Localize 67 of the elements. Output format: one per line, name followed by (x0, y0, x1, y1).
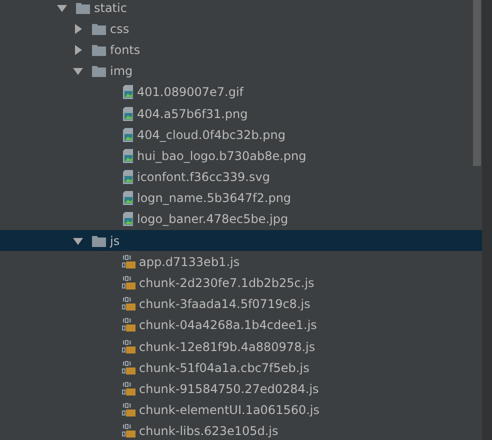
tree-row[interactable]: hui_bao_logo.b730ab8e.png (0, 145, 482, 166)
tree-row[interactable]: chunk-3faada14.5f0719c8.js (0, 294, 482, 315)
image-file-icon (122, 212, 134, 226)
script-file-icon (122, 424, 136, 438)
scrollbar-thumb[interactable] (473, 0, 481, 166)
tree-row[interactable]: css (0, 18, 482, 40)
folder-icon (92, 234, 106, 247)
script-file-icon (122, 276, 136, 290)
file-name: logo_baner.478ec5be.jpg (137, 212, 288, 226)
tree-row[interactable]: chunk-04a4268a.1b4cdee1.js (0, 314, 482, 336)
tree-row[interactable]: fonts (0, 39, 482, 61)
script-file-icon (122, 403, 136, 418)
expand-arrow-icon[interactable] (72, 44, 84, 56)
file-name: 404_cloud.0f4bc32b.png (137, 128, 286, 142)
tree-row[interactable]: 404_cloud.0f4bc32b.png (0, 124, 482, 146)
file-name: chunk-2d230fe7.1db2b25c.js (139, 276, 314, 290)
image-file-icon (122, 85, 134, 100)
tree-row[interactable]: iconfont.f36cc339.svg (0, 166, 482, 188)
tree-row[interactable]: 404.a57b6f31.png (0, 102, 482, 124)
folder-name: img (110, 64, 133, 78)
folder-name: css (110, 22, 130, 36)
tree-row[interactable]: chunk-2d230fe7.1db2b25c.js (0, 272, 482, 294)
folder-icon (92, 22, 106, 35)
image-file-icon (122, 128, 134, 142)
tree-row[interactable]: logn_name.5b3647f2.png (0, 188, 482, 209)
tree-row[interactable]: app.d7133eb1.js (0, 251, 482, 272)
file-name: chunk-04a4268a.1b4cdee1.js (139, 318, 317, 332)
folder-name: js (110, 234, 120, 248)
file-name: logn_name.5b3647f2.png (137, 191, 292, 206)
file-name: app.d7133eb1.js (139, 254, 240, 269)
tree-row[interactable]: chunk-12e81f9b.4a880978.js (0, 336, 482, 358)
tree-row[interactable]: static (0, 0, 482, 18)
tree-row[interactable]: img (0, 60, 482, 82)
tree-row[interactable]: chunk-51f04a1a.cbc7f5eb.js (0, 357, 482, 378)
tree-row[interactable]: chunk-91584750.27ed0284.js (0, 378, 482, 400)
folder-icon (92, 44, 106, 56)
tree-row[interactable]: chunk-libs.623e105d.js (0, 420, 482, 440)
file-name: chunk-12e81f9b.4a880978.js (139, 340, 316, 354)
file-name: chunk-3faada14.5f0719c8.js (139, 297, 310, 312)
file-name: chunk-91584750.27ed0284.js (139, 382, 319, 396)
script-file-icon (122, 254, 136, 269)
script-file-icon (122, 297, 136, 312)
expand-arrow-icon[interactable] (72, 22, 84, 35)
folder-icon (76, 2, 90, 14)
file-name: 404.a57b6f31.png (137, 106, 248, 121)
file-name: hui_bao_logo.b730ab8e.png (137, 148, 306, 163)
folder-name: fonts (110, 42, 140, 57)
file-name: chunk-libs.623e105d.js (139, 424, 278, 438)
file-name: iconfont.f36cc339.svg (137, 170, 270, 184)
tree-row[interactable]: 401.089007e7.gif (0, 82, 482, 103)
folder-name: static (94, 0, 127, 15)
image-file-icon (122, 191, 134, 206)
tree-row[interactable]: js (0, 230, 482, 252)
tree-row[interactable]: chunk-elementUI.1a061560.js (0, 400, 482, 421)
file-name: chunk-elementUI.1a061560.js (139, 403, 320, 418)
script-file-icon (122, 360, 136, 375)
script-file-icon (122, 382, 136, 396)
collapse-arrow-icon[interactable] (72, 65, 84, 78)
image-file-icon (122, 106, 134, 121)
script-file-icon (122, 340, 136, 354)
folder-icon (92, 65, 106, 78)
image-file-icon (122, 148, 134, 163)
image-file-icon (122, 170, 134, 184)
file-name: 401.089007e7.gif (137, 85, 244, 100)
script-file-icon (122, 318, 136, 332)
tree-row[interactable]: logo_baner.478ec5be.jpg (0, 208, 482, 230)
file-name: chunk-51f04a1a.cbc7f5eb.js (139, 360, 310, 375)
